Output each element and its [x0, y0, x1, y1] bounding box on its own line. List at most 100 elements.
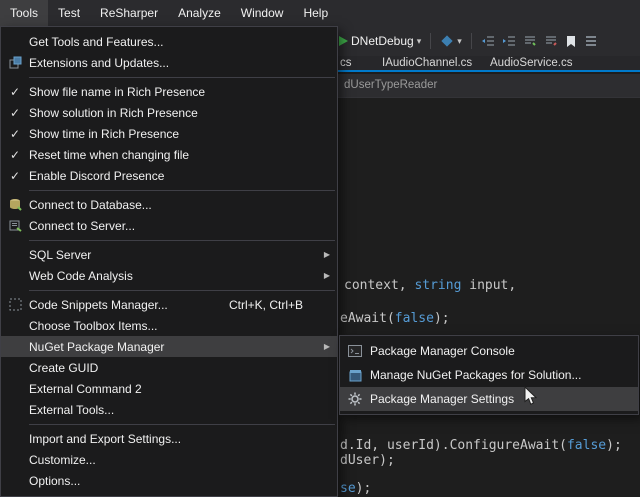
code-text: );	[356, 481, 372, 496]
decrease-indent-icon	[481, 35, 495, 47]
code-keyword: false	[395, 311, 434, 326]
menu-item-label: Show file name in Rich Presence	[29, 85, 317, 99]
menu-item-label: Show time in Rich Presence	[29, 127, 317, 141]
server-icon	[1, 219, 29, 232]
menu-item-connect-to-database[interactable]: Connect to Database...	[1, 194, 337, 215]
tool-icon	[440, 34, 454, 48]
mouse-cursor	[524, 386, 537, 406]
menubar-item-tools[interactable]: Tools	[0, 0, 48, 26]
menubar-item-label: Analyze	[178, 6, 221, 20]
menubar-item-label: Test	[58, 6, 80, 20]
menu-item-extensions-and-updates[interactable]: Extensions and Updates...	[1, 52, 337, 73]
menu-item-label: Enable Discord Presence	[29, 169, 317, 183]
list-icon	[584, 35, 598, 47]
menu-item-label: Options...	[29, 474, 317, 488]
menu-item-import-export-settings[interactable]: Import and Export Settings...	[1, 428, 337, 449]
menu-item-label: Code Snippets Manager...	[29, 298, 229, 312]
check-icon: ✓	[1, 169, 29, 183]
comment-button[interactable]	[523, 35, 537, 47]
menubar-item-help[interactable]: Help	[293, 0, 338, 26]
document-tab[interactable]: cs	[340, 57, 352, 69]
menu-bar: Tools Test ReSharper Analyze Window Help	[0, 0, 640, 26]
toolbar-separator	[430, 33, 431, 49]
submenu-arrow-icon: ▶	[317, 342, 337, 351]
snippets-icon	[1, 298, 29, 311]
submenu-item-label: Manage NuGet Packages for Solution...	[370, 368, 638, 382]
uncomment-button[interactable]	[544, 35, 558, 47]
document-tab-audioservice[interactable]: AudioService.cs	[490, 57, 572, 69]
menu-item-label: Connect to Server...	[29, 219, 317, 233]
menu-item-external-command-2[interactable]: External Command 2	[1, 378, 337, 399]
code-text: d.Id, userId).ConfigureAwait(	[340, 438, 567, 453]
menubar-item-analyze[interactable]: Analyze	[168, 0, 231, 26]
uncomment-icon	[544, 35, 558, 47]
menu-item-choose-toolbox-items[interactable]: Choose Toolbox Items...	[1, 315, 337, 336]
menubar-item-label: Tools	[10, 6, 38, 20]
check-icon: ✓	[1, 106, 29, 120]
menu-separator	[29, 240, 335, 241]
menu-item-show-time-rich-presence[interactable]: ✓ Show time in Rich Presence	[1, 123, 337, 144]
toggle-bookmark-button[interactable]	[565, 35, 577, 48]
menu-separator	[29, 424, 335, 425]
menu-item-enable-discord-presence[interactable]: ✓ Enable Discord Presence	[1, 165, 337, 186]
increase-indent-icon	[502, 35, 516, 47]
menubar-item-resharper[interactable]: ReSharper	[90, 0, 168, 26]
tools-menu: Get Tools and Features... Extensions and…	[0, 26, 338, 497]
check-icon: ✓	[1, 85, 29, 99]
menu-item-label: External Command 2	[29, 382, 317, 396]
submenu-item-package-manager-console[interactable]: Package Manager Console	[340, 339, 638, 363]
menu-separator	[29, 290, 335, 291]
menu-item-label: NuGet Package Manager	[29, 340, 317, 354]
menu-item-label: Create GUID	[29, 361, 317, 375]
submenu-arrow-icon: ▶	[317, 271, 337, 280]
menubar-item-test[interactable]: Test	[48, 0, 90, 26]
gear-icon	[340, 392, 370, 406]
package-icon	[340, 369, 370, 382]
menu-item-show-solution-rich-presence[interactable]: ✓ Show solution in Rich Presence	[1, 102, 337, 123]
menu-item-label: SQL Server	[29, 248, 317, 262]
menu-item-label: Reset time when changing file	[29, 148, 317, 162]
submenu-item-label: Package Manager Console	[370, 344, 638, 358]
increase-indent-button[interactable]	[502, 35, 516, 47]
menu-item-web-code-analysis[interactable]: Web Code Analysis ▶	[1, 265, 337, 286]
bookmark-icon	[565, 35, 577, 48]
code-line: se);	[340, 481, 371, 497]
menu-item-external-tools[interactable]: External Tools...	[1, 399, 337, 420]
code-text: context,	[344, 278, 414, 293]
database-icon	[1, 198, 29, 211]
code-text: eAwait(	[340, 311, 395, 326]
menu-item-show-file-name-rich-presence[interactable]: ✓ Show file name in Rich Presence	[1, 81, 337, 102]
menu-item-nuget-package-manager[interactable]: NuGet Package Manager ▶	[1, 336, 337, 357]
menu-item-reset-time-when-changing-file[interactable]: ✓ Reset time when changing file	[1, 144, 337, 165]
code-keyword: string	[414, 278, 461, 293]
menu-item-customize[interactable]: Customize...	[1, 449, 337, 470]
breadcrumb[interactable]: dUserTypeReader	[344, 79, 437, 91]
submenu-item-package-manager-settings[interactable]: Package Manager Settings	[340, 387, 638, 411]
menu-item-get-tools-and-features[interactable]: Get Tools and Features...	[1, 31, 337, 52]
comment-icon	[523, 35, 537, 47]
code-keyword: false	[567, 438, 606, 453]
menubar-item-window[interactable]: Window	[231, 0, 294, 26]
menu-item-code-snippets-manager[interactable]: Code Snippets Manager... Ctrl+K, Ctrl+B	[1, 294, 337, 315]
menu-item-label: Choose Toolbox Items...	[29, 319, 317, 333]
menu-separator	[29, 77, 335, 78]
menu-item-sql-server[interactable]: SQL Server ▶	[1, 244, 337, 265]
decrease-indent-button[interactable]	[481, 35, 495, 47]
menubar-item-label: Window	[241, 6, 284, 20]
code-text: );	[434, 311, 450, 326]
document-tab-iaudiochannel[interactable]: IAudioChannel.cs	[382, 57, 472, 69]
menu-item-label: Customize...	[29, 453, 317, 467]
menu-item-connect-to-server[interactable]: Connect to Server...	[1, 215, 337, 236]
submenu-arrow-icon: ▶	[317, 250, 337, 259]
start-debug-button[interactable]: DNetDebug ▾	[339, 34, 421, 48]
main-toolbar-content: DNetDebug ▾ ▾	[339, 26, 598, 56]
menu-item-create-guid[interactable]: Create GUID	[1, 357, 337, 378]
play-icon	[339, 36, 348, 46]
menu-separator	[29, 190, 335, 191]
menu-item-options[interactable]: Options...	[1, 470, 337, 491]
tool-dropdown-button[interactable]: ▾	[440, 34, 462, 48]
bookmark-list-button[interactable]	[584, 35, 598, 47]
code-text: input,	[461, 278, 516, 293]
submenu-item-manage-nuget-packages-solution[interactable]: Manage NuGet Packages for Solution...	[340, 363, 638, 387]
console-icon	[340, 345, 370, 357]
